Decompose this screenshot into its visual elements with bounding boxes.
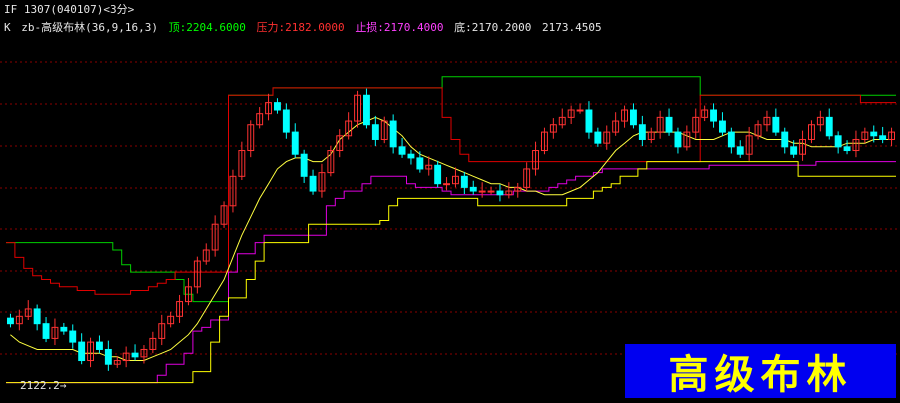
candle-down (96, 341, 103, 350)
candle-down (638, 124, 646, 140)
candle-down (496, 190, 504, 196)
candle-down (879, 135, 887, 140)
middle-band-line (10, 116, 892, 361)
candle-up (576, 109, 584, 112)
candle-down (371, 124, 379, 140)
candle-down (274, 102, 281, 111)
candle-up (478, 190, 486, 193)
candle-down (469, 186, 477, 192)
chart-window: IF 1307(040107)<3分> K zb-高级布林(36,9,16,3)… (0, 0, 900, 403)
candle-down (131, 352, 139, 358)
candle-down (870, 131, 878, 137)
candle-up (443, 183, 451, 186)
watermark-banner: 高级布林 (625, 344, 896, 398)
candle-down (363, 94, 370, 126)
candle-down (460, 175, 468, 188)
candle-down (398, 146, 406, 155)
stop-value-label: 止损:2170.4000 (355, 21, 444, 34)
candle-down (309, 175, 317, 192)
candle-down (674, 131, 682, 148)
indicator-prefix: K (4, 21, 11, 34)
candle-down (389, 120, 397, 148)
candle-down (843, 146, 851, 152)
candle-down (736, 146, 744, 155)
symbol-label: IF (4, 3, 18, 16)
candle-down (7, 317, 14, 325)
candle-down (727, 131, 735, 148)
candle-down (42, 323, 50, 339)
candle-down (594, 131, 602, 144)
candle-down (104, 348, 112, 365)
low-price-value: 2122.2 (20, 379, 60, 392)
candle-down (282, 109, 290, 133)
watermark-text: 高级布林 (668, 352, 853, 398)
low-price-marker: 2122.2→ (20, 379, 66, 392)
low-arrow-icon: → (59, 379, 67, 392)
candle-down (585, 109, 593, 133)
indicator-header: K zb-高级布林(36,9,16,3) 顶:2204.6000 压力:2182… (4, 20, 606, 36)
candle-down (291, 131, 299, 155)
candle-down (60, 326, 68, 332)
contract-label: 1307(040107) (23, 3, 104, 16)
period-label[interactable]: <3分> (103, 3, 134, 16)
candle-down (719, 120, 726, 133)
bottom-value-label: 底:2170.2000 (454, 21, 532, 34)
candle-down (825, 116, 833, 137)
pressure-value-label: 压力:2182.0000 (256, 21, 345, 34)
candle-down (434, 164, 442, 185)
candle-down (834, 135, 842, 148)
top-value-label: 顶:2204.6000 (168, 21, 246, 34)
indicator-name[interactable]: zb-高级布林(36,9,16,3) (21, 21, 158, 34)
candle-down (630, 109, 637, 126)
candle-down (69, 330, 77, 343)
extra-value-label: 2173.4505 (542, 21, 602, 34)
candle-down (710, 109, 717, 122)
candle-down (781, 131, 789, 148)
candle-up (487, 190, 495, 193)
candle-down (407, 153, 415, 159)
candle-down (78, 341, 86, 362)
chart-header: IF 1307(040107)<3分> (4, 2, 134, 18)
candle-down (33, 308, 41, 325)
candle-down (416, 157, 424, 170)
candle-down (772, 116, 780, 133)
candle-down (665, 116, 673, 133)
candle-down (300, 153, 308, 177)
candle-down (790, 146, 798, 155)
top-band-line (6, 76, 896, 303)
